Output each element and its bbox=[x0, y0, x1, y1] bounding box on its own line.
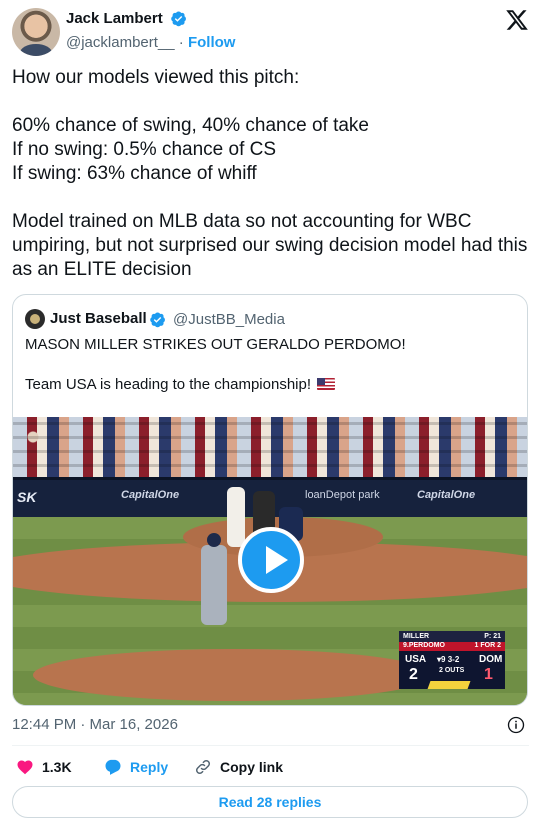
ad-banner: loanDepot park bbox=[305, 489, 380, 501]
read-replies-button[interactable]: Read 28 replies bbox=[12, 786, 528, 818]
quoted-author-avatar bbox=[25, 309, 45, 329]
play-button-icon[interactable] bbox=[238, 527, 304, 593]
follow-button[interactable]: Follow bbox=[188, 34, 236, 51]
inning-count: ▾9 3-2 bbox=[437, 655, 459, 664]
copy-link-label: Copy link bbox=[220, 759, 284, 775]
heart-icon bbox=[17, 760, 33, 775]
scorebug: MILLER P: 21 9.PERDOMO 1 FOR 2 USA 2 ▾9 … bbox=[399, 631, 505, 689]
like-button[interactable]: 1.3K bbox=[16, 757, 72, 777]
pitcher bbox=[201, 545, 227, 625]
bases-indicator bbox=[427, 681, 471, 689]
home-team: DOM bbox=[479, 654, 503, 665]
outs: 2 OUTS bbox=[439, 667, 465, 674]
verified-badge-icon bbox=[171, 11, 187, 27]
video-player[interactable]: SK CapitalOne loanDepot park CapitalOne … bbox=[13, 417, 527, 705]
home-score: 1 bbox=[484, 666, 493, 683]
reply-button[interactable]: Reply bbox=[104, 757, 168, 777]
author-handle-row: @jacklambert__ · Follow bbox=[66, 34, 235, 51]
like-count: 1.3K bbox=[42, 759, 72, 775]
inning: ▾9 bbox=[437, 655, 446, 664]
pitchers-mound bbox=[33, 649, 433, 701]
verified-badge-icon bbox=[150, 312, 165, 328]
us-flag-icon bbox=[317, 378, 336, 390]
ad-banner: CapitalOne bbox=[417, 489, 476, 501]
away-score: 2 bbox=[409, 666, 418, 683]
link-icon bbox=[195, 759, 211, 775]
info-icon[interactable] bbox=[507, 716, 525, 734]
ad-banner: CapitalOne bbox=[121, 489, 180, 501]
author-avatar[interactable] bbox=[12, 8, 60, 56]
pitcher-cap bbox=[207, 533, 221, 547]
batter bbox=[227, 487, 245, 547]
separator-dot: · bbox=[178, 34, 184, 51]
pitch-count: P: 21 bbox=[484, 633, 501, 640]
quoted-author-name: Just Baseball bbox=[50, 310, 147, 327]
tweet-header: Jack Lambert @jacklambert__ · Follow bbox=[12, 8, 529, 56]
pitcher-name: MILLER bbox=[403, 633, 430, 640]
reply-label: Reply bbox=[130, 759, 169, 775]
x-logo-icon[interactable] bbox=[505, 8, 529, 32]
batter-line: 1 FOR 2 bbox=[474, 642, 501, 649]
author-handle[interactable]: @jacklambert__ bbox=[66, 34, 175, 51]
author-name[interactable]: Jack Lambert bbox=[66, 10, 163, 27]
quoted-author-handle: @JustBB_Media bbox=[173, 311, 285, 328]
reply-icon bbox=[105, 759, 121, 775]
tweet-timestamp[interactable]: 12:44 PM · Mar 16, 2026 bbox=[12, 716, 178, 733]
copy-link-button[interactable]: Copy link bbox=[194, 757, 283, 777]
ball-strike-count: 3-2 bbox=[447, 655, 460, 664]
author-name-row: Jack Lambert bbox=[66, 10, 187, 28]
scorebug-header: MILLER P: 21 9.PERDOMO 1 FOR 2 bbox=[399, 631, 505, 651]
scorebug-score: USA 2 ▾9 3-2 2 OUTS DOM 1 bbox=[399, 651, 505, 689]
divider bbox=[12, 745, 529, 746]
quoted-text-line2: Team USA is heading to the championship! bbox=[25, 376, 312, 393]
batter-name: 9.PERDOMO bbox=[403, 642, 446, 649]
tweet-text: How our models viewed this pitch: 60% ch… bbox=[12, 67, 528, 280]
away-team: USA bbox=[405, 654, 427, 665]
crowd-background bbox=[13, 417, 527, 481]
quoted-tweet[interactable]: Just Baseball @JustBB_Media MASON MILLER… bbox=[12, 294, 528, 706]
quoted-tweet-text: MASON MILLER STRIKES OUT GERALDO PERDOMO… bbox=[25, 335, 515, 395]
ad-banner: SK bbox=[17, 489, 37, 505]
quoted-text-line1: MASON MILLER STRIKES OUT GERALDO PERDOMO… bbox=[25, 336, 406, 353]
